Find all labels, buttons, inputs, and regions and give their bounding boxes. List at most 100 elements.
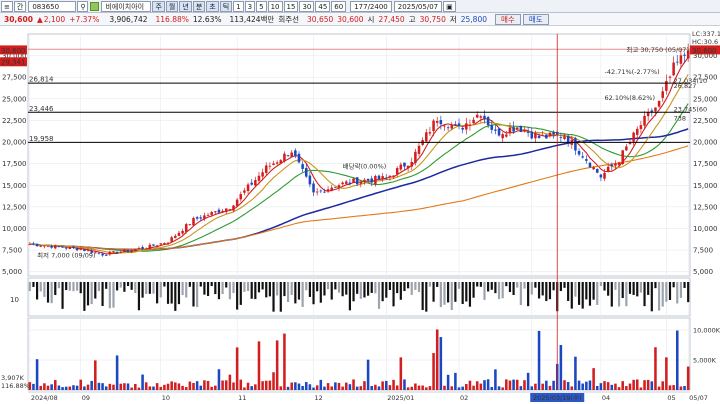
oscillator-bar [159, 282, 162, 298]
sell-button[interactable]: 매도 [522, 13, 549, 25]
oscillator-bar [374, 282, 377, 294]
mode-button[interactable]: 간 [13, 0, 27, 12]
candle-body [32, 243, 35, 245]
oscillator-bar [305, 282, 308, 291]
period-button-2[interactable]: 년 [179, 0, 192, 12]
oscillator-bar [414, 282, 417, 290]
candle-body [286, 155, 290, 157]
date-field[interactable]: 2025/05/07 [393, 0, 443, 12]
search-icon[interactable]: ⚲ [77, 0, 89, 12]
volume-bar [541, 383, 544, 390]
oscillator-bar [72, 282, 75, 292]
interval-button-1[interactable]: 1 [233, 0, 244, 12]
oscillator-bar [407, 282, 410, 289]
top-right-label-2: HC:30.6 [692, 38, 718, 46]
candle-body [472, 119, 475, 124]
stock-code-input[interactable]: 083650 [28, 0, 77, 12]
calendar-icon[interactable]: ▣ [443, 0, 456, 12]
interval-button-45[interactable]: 45 [315, 0, 331, 12]
record-count-field[interactable]: 177/2400 [350, 0, 392, 12]
oscillator-bar [152, 282, 155, 294]
oscillator-bar [148, 282, 151, 294]
candle-body [435, 121, 439, 123]
oscillator-bar [447, 282, 450, 303]
volume-bar [581, 383, 584, 390]
price-axis-tick-left: 12,500 [2, 203, 27, 211]
oscillator-bar [28, 282, 31, 292]
candle-body [177, 232, 181, 236]
oscillator-tick: 10 [10, 296, 19, 304]
volume-bar [443, 385, 446, 390]
volume-bar [610, 384, 614, 390]
volume-bar [177, 383, 181, 390]
candle-body [450, 124, 454, 129]
candle-body [563, 136, 566, 139]
volume-bar [115, 355, 119, 390]
candle-body [330, 187, 333, 191]
volume-bar [665, 357, 668, 390]
candle-body [355, 177, 359, 185]
candle-body [315, 191, 319, 193]
oscillator-bar [225, 282, 228, 288]
check-icon[interactable] [90, 1, 100, 11]
candle-body [661, 91, 664, 98]
prev-price-left-label: 29,341 [1, 58, 26, 66]
oscillator-bar [512, 282, 515, 295]
oscillator-bar [166, 282, 170, 304]
volume-bar [385, 380, 388, 390]
period-button-0[interactable]: 주 [152, 0, 165, 12]
candle-body [217, 209, 221, 213]
stock-chart[interactable]: 30,00030,00027,50027,50025,00025,00022,5… [0, 26, 720, 404]
interval-button-3[interactable]: 3 [244, 0, 256, 12]
menu-button[interactable]: ≡ [1, 0, 13, 12]
volume-current-label: 3,907K [1, 374, 25, 382]
candle-body [370, 178, 374, 183]
period-button-1[interactable]: 월 [165, 0, 179, 12]
volume-bar [566, 382, 570, 390]
interval-button-60[interactable]: 60 [331, 0, 347, 12]
volume-bar [163, 384, 166, 390]
interval-button-15[interactable]: 15 [283, 0, 299, 12]
volume-bar [272, 372, 275, 390]
candle-body [665, 81, 668, 91]
oscillator-bar [454, 282, 457, 302]
candle-body [621, 150, 624, 164]
period-button-3[interactable]: 분 [192, 0, 206, 12]
oscillator-bar [621, 282, 624, 299]
period-button-4[interactable]: 초 [206, 0, 219, 12]
period-button-5[interactable]: 틱 [219, 0, 233, 12]
oscillator-bar [337, 282, 341, 293]
volume-bar [635, 379, 639, 390]
oscillator-bar [432, 282, 435, 302]
interval-button-10[interactable]: 10 [267, 0, 283, 12]
volume-bar [46, 385, 50, 390]
volume-bar [570, 386, 574, 390]
interval-button-30[interactable]: 30 [299, 0, 315, 12]
oscillator-bar [76, 282, 79, 291]
interval-button-5[interactable]: 5 [256, 0, 267, 12]
candle-body [654, 107, 657, 112]
oscillator-bar [392, 282, 395, 307]
volume-bar [505, 379, 508, 390]
oscillator-bar [188, 282, 191, 287]
candle-body [395, 168, 399, 175]
candle-body [294, 150, 297, 156]
candle-body [515, 127, 519, 130]
volume-bar [203, 380, 206, 390]
oscillator-bar [192, 282, 195, 307]
volume-bar [410, 386, 414, 390]
volume-bar [472, 385, 475, 390]
volume-bar [486, 379, 490, 390]
price-change-pct: +7.37% [69, 14, 100, 24]
current-price: 30,600 [4, 14, 33, 24]
stock-name-field[interactable]: 비에이치아이 [101, 0, 152, 12]
candle-body [545, 134, 548, 139]
volume-bar [188, 381, 192, 390]
volume-bar [399, 357, 403, 390]
candle-body [134, 249, 137, 251]
price-level-label: 23,446 [29, 105, 54, 113]
oscillator-bar [359, 282, 362, 299]
buy-button[interactable]: 매수 [495, 13, 521, 25]
oscillator-bar [519, 282, 522, 305]
candle-body [468, 124, 472, 126]
